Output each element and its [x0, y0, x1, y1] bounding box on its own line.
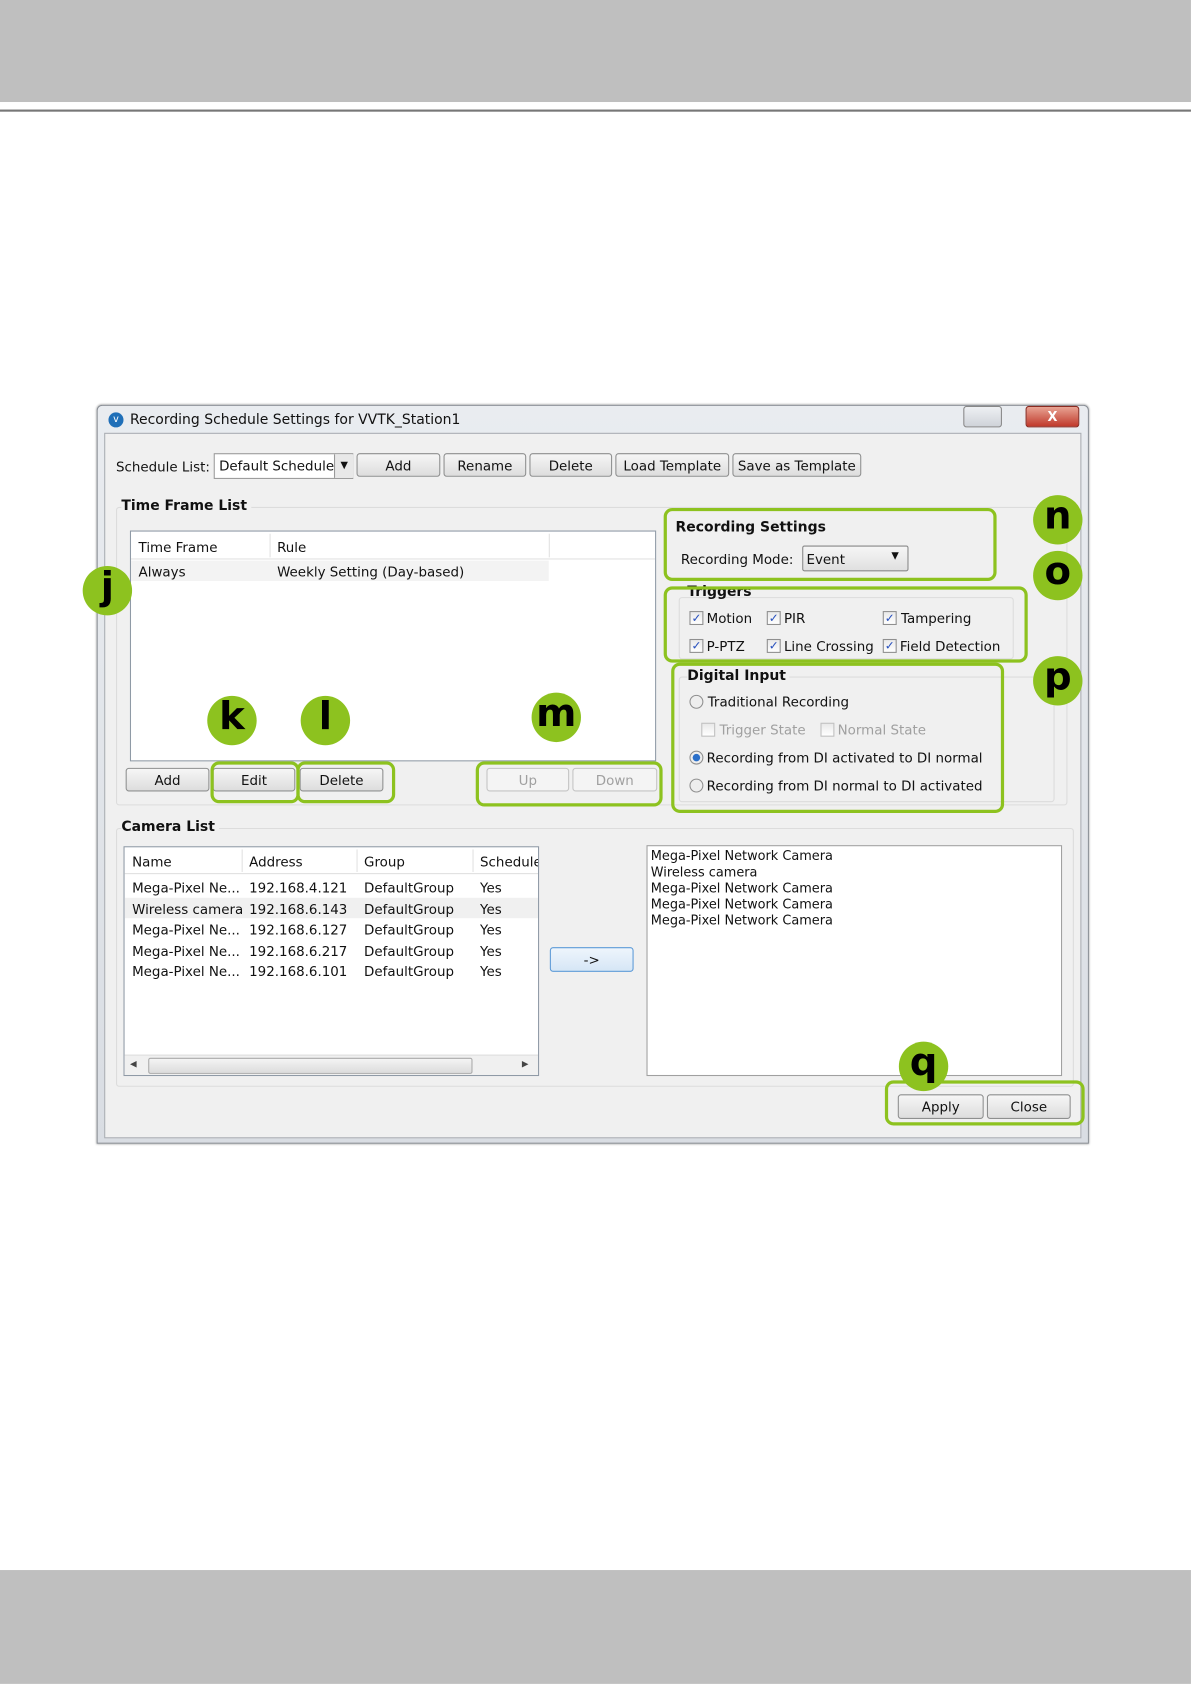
restore-icon[interactable] — [963, 405, 1002, 428]
annotation-box-k — [210, 761, 300, 804]
table-cell: DefaultGroup — [364, 879, 454, 896]
table-row[interactable]: Mega-Pixel Ne... 192.168.4.121 DefaultGrou… — [125, 876, 538, 896]
table-cell: Wireless camera — [132, 900, 244, 917]
table-row[interactable]: Wireless camera 192.168.6.143 DefaultGroup… — [124, 897, 539, 918]
annotation-box-l — [296, 761, 396, 804]
annotation-box-n — [663, 507, 997, 581]
horizontal-scrollbar[interactable]: ◀ ▶ — [124, 1054, 539, 1075]
table-cell: Yes — [480, 900, 502, 917]
list-item[interactable]: Mega-Pixel Network Camera — [651, 913, 833, 929]
table-cell: DefaultGroup — [364, 921, 454, 938]
camera-table[interactable]: Name Address Group Schedule Mega-Pixel N… — [123, 846, 540, 1077]
col-name[interactable]: Name — [132, 854, 172, 870]
table-cell: DefaultGroup — [364, 900, 454, 917]
header-rule — [0, 109, 1191, 112]
camera-list-title: Camera List — [121, 819, 220, 836]
col-schedule[interactable]: Schedule — [480, 854, 538, 870]
cell-rule: Weekly Setting (Day-based) — [277, 563, 465, 580]
table-cell: Yes — [480, 963, 502, 980]
table-cell: Mega-Pixel Ne... — [132, 879, 240, 896]
annotation-box-m — [475, 761, 663, 807]
table-cell: Mega-Pixel Ne... — [132, 942, 240, 959]
scroll-right-icon[interactable]: ▶ — [522, 1059, 529, 1069]
header-band — [0, 0, 1191, 103]
table-row[interactable]: Mega-Pixel Ne... 192.168.6.127 DefaultGrou… — [125, 918, 538, 938]
schedule-rename-button[interactable]: Rename — [443, 453, 527, 477]
table-cell: 192.168.6.143 — [249, 900, 348, 917]
table-cell: 192.168.4.121 — [249, 879, 348, 896]
col-group[interactable]: Group — [364, 854, 405, 870]
annotation-marker-l: l — [300, 695, 351, 746]
table-cell: Yes — [480, 942, 502, 959]
chevron-down-icon[interactable]: ▼ — [333, 454, 354, 478]
table-cell: DefaultGroup — [364, 942, 454, 959]
table-row[interactable]: Mega-Pixel Ne... 192.168.6.217 DefaultGrou… — [125, 939, 538, 959]
save-template-button[interactable]: Save as Template — [732, 453, 862, 477]
list-item[interactable]: Mega-Pixel Network Camera — [651, 881, 833, 897]
scrollbar-thumb[interactable] — [148, 1057, 473, 1074]
table-cell: Yes — [480, 921, 502, 938]
table-row[interactable]: Mega-Pixel Ne... 192.168.6.101 DefaultGrou… — [125, 960, 538, 980]
close-window-button[interactable]: X — [1025, 405, 1080, 428]
load-template-button[interactable]: Load Template — [615, 453, 730, 477]
table-cell: 192.168.6.217 — [249, 942, 348, 959]
schedule-selected: Default Schedule — [219, 457, 335, 474]
annotation-marker-k: k — [207, 695, 257, 746]
footer-band — [0, 1570, 1191, 1684]
table-cell: DefaultGroup — [364, 963, 454, 980]
schedule-select[interactable]: Default Schedule ▼ — [213, 453, 354, 479]
list-item[interactable]: Mega-Pixel Network Camera — [651, 848, 833, 864]
time-frame-title: Time Frame List — [121, 498, 252, 515]
time-frame-add-button[interactable]: Add — [125, 767, 210, 792]
schedule-list-label: Schedule List: — [115, 458, 210, 475]
annotation-marker-q: q — [898, 1041, 949, 1092]
cell-time-frame: Always — [138, 563, 186, 580]
annotation-marker-n: n — [1033, 495, 1083, 545]
schedule-delete-button[interactable]: Delete — [529, 453, 613, 477]
list-item[interactable]: Mega-Pixel Network Camera — [651, 897, 833, 913]
table-cell: Mega-Pixel Ne... — [132, 921, 240, 938]
table-cell: Mega-Pixel Ne... — [132, 963, 240, 980]
annotation-box-p — [671, 662, 1005, 813]
annotation-marker-j: j — [82, 565, 133, 616]
table-cell: 192.168.6.101 — [249, 963, 348, 980]
table-cell: Yes — [480, 879, 502, 896]
assign-camera-button[interactable]: -> — [549, 947, 634, 972]
assigned-camera-list[interactable]: Mega-Pixel Network Camera Wireless camera… — [646, 845, 1063, 1077]
list-header — [124, 847, 539, 875]
window-title: Recording Schedule Settings for VVTK_Sta… — [129, 412, 461, 429]
page: v Recording Schedule Settings for VVTK_S… — [0, 0, 1191, 1684]
app-logo-icon: v — [108, 412, 124, 428]
scroll-left-icon[interactable]: ◀ — [130, 1059, 137, 1069]
annotation-marker-p: p — [1033, 656, 1083, 706]
annotation-box-o — [663, 586, 1028, 663]
col-address[interactable]: Address — [249, 854, 302, 870]
annotation-marker-m: m — [531, 692, 581, 743]
annotation-marker-o: o — [1033, 550, 1083, 601]
table-row[interactable]: Always Weekly Setting (Day-based) — [131, 560, 549, 581]
col-rule[interactable]: Rule — [277, 539, 306, 555]
col-time-frame[interactable]: Time Frame — [139, 539, 218, 555]
schedule-add-button[interactable]: Add — [356, 453, 441, 477]
table-cell: 192.168.6.127 — [249, 921, 348, 938]
list-item[interactable]: Wireless camera — [651, 864, 758, 880]
